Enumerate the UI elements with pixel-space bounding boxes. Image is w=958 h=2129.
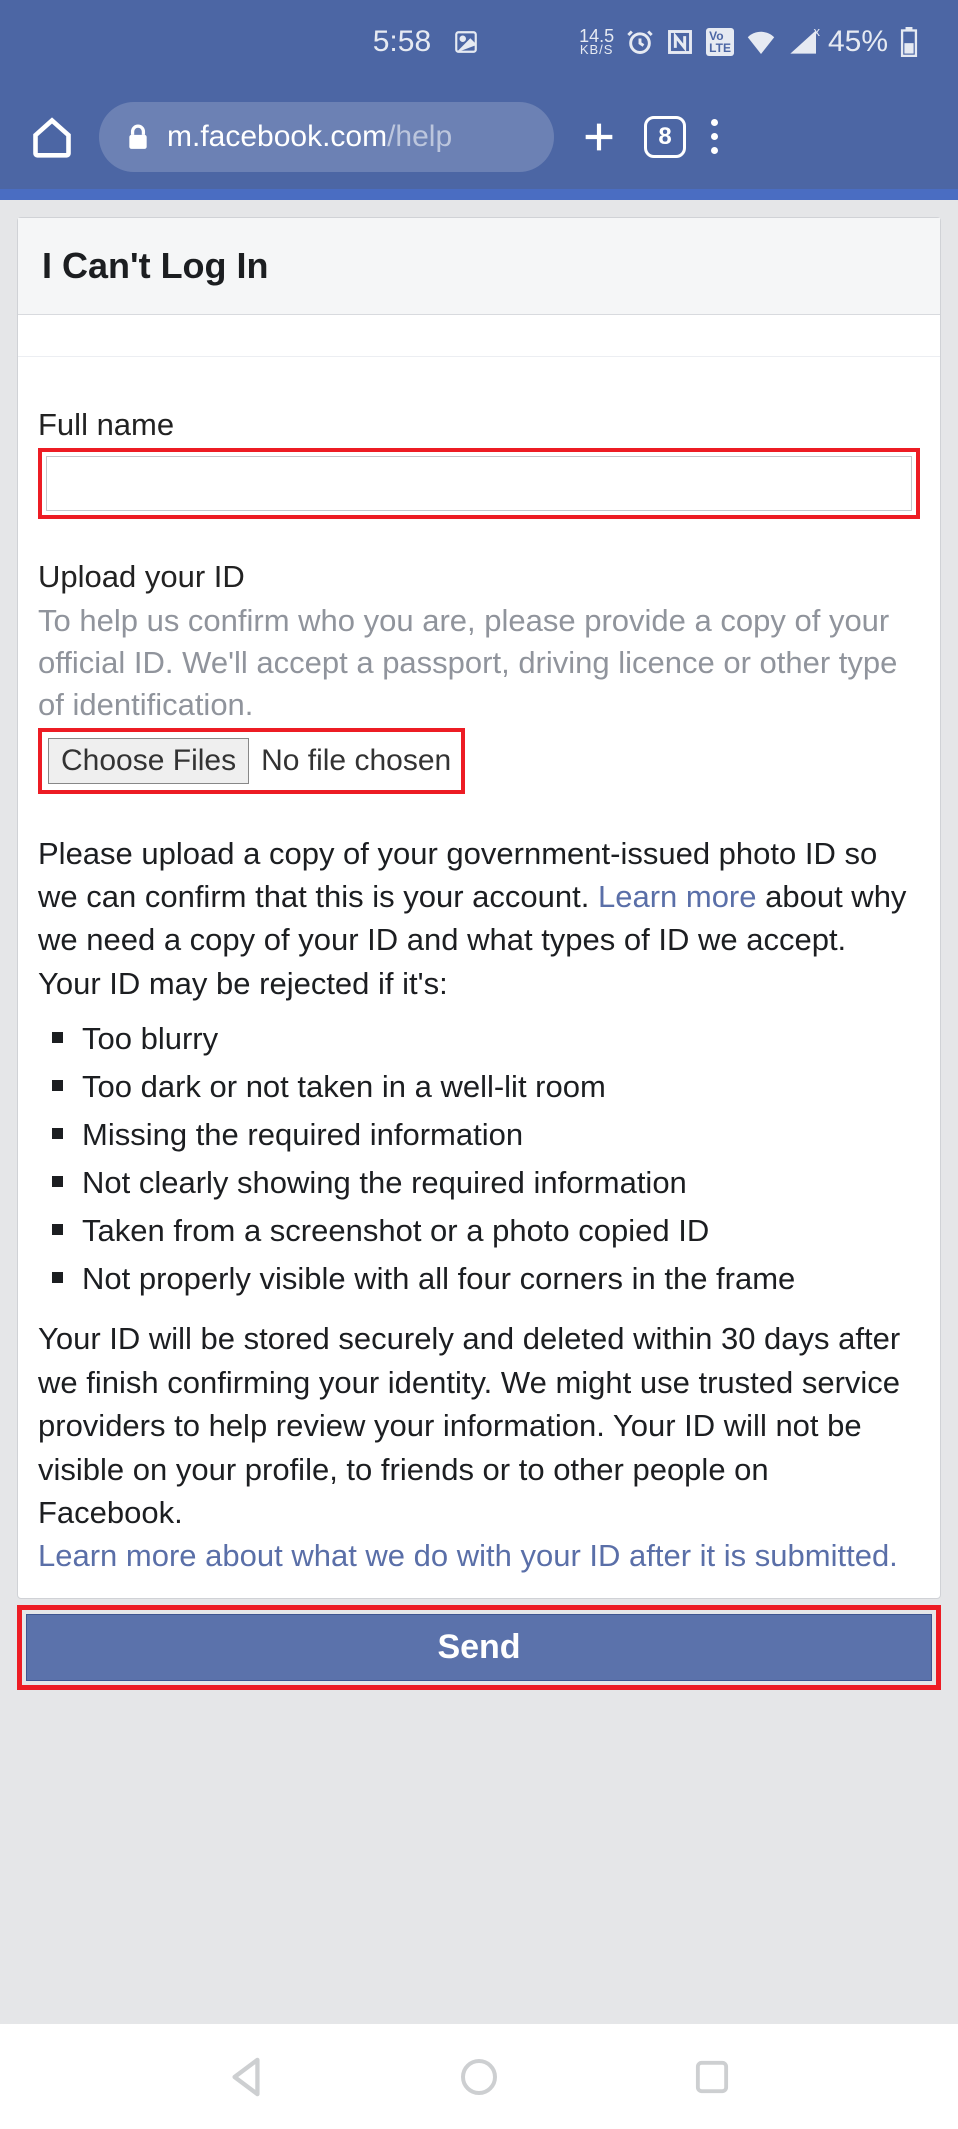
url-text: m.facebook.com/help	[167, 120, 452, 154]
upload-helper: To help us confirm who you are, please p…	[38, 600, 920, 726]
home-icon[interactable]	[30, 115, 74, 159]
alarm-icon	[626, 28, 654, 56]
fullname-input[interactable]	[46, 456, 912, 511]
file-picker-highlight: Choose Files No file chosen	[38, 728, 465, 794]
home-nav-icon[interactable]	[459, 2057, 499, 2097]
list-item: Not properly visible with all four corne…	[50, 1255, 920, 1303]
list-item: Too dark or not taken in a well-lit room	[50, 1063, 920, 1111]
divider-strip	[0, 189, 958, 200]
status-bar: 5:58 14.5 KB/S VoLTE x 45%	[0, 0, 958, 84]
network-speed: 14.5 KB/S	[579, 28, 614, 56]
upload-label: Upload your ID	[38, 559, 920, 595]
help-card: I Can't Log In Full name Upload your ID …	[17, 217, 941, 1599]
url-bar[interactable]: m.facebook.com/help	[99, 102, 554, 172]
lock-icon	[127, 124, 149, 150]
volte-icon: VoLTE	[706, 28, 734, 56]
list-item: Taken from a screenshot or a photo copie…	[50, 1207, 920, 1255]
learn-more-link-2[interactable]: Learn more about what we do with your ID…	[38, 1534, 920, 1577]
new-tab-icon[interactable]	[579, 117, 619, 157]
list-item: Missing the required information	[50, 1111, 920, 1159]
status-time: 5:58	[373, 25, 431, 59]
page-title: I Can't Log In	[18, 218, 940, 315]
rejection-list: Too blurry Too dark or not taken in a we…	[38, 1005, 920, 1317]
send-button[interactable]: Send	[26, 1614, 932, 1681]
menu-icon[interactable]	[711, 119, 718, 154]
wifi-icon	[746, 30, 776, 54]
reject-intro: Your ID may be rejected if it's:	[38, 962, 920, 1005]
learn-more-link-1[interactable]: Learn more	[598, 879, 757, 914]
battery-percent: 45%	[828, 25, 888, 59]
recent-icon[interactable]	[694, 2059, 730, 2095]
file-chosen-text: No file chosen	[261, 744, 451, 778]
back-icon[interactable]	[228, 2057, 264, 2097]
list-item: Not clearly showing the required informa…	[50, 1159, 920, 1207]
signal-icon: x	[788, 30, 816, 54]
nfc-icon	[666, 28, 694, 56]
choose-files-button[interactable]: Choose Files	[48, 738, 249, 784]
battery-icon	[900, 27, 918, 57]
tab-switcher[interactable]: 8	[644, 116, 686, 158]
screenshot-icon	[453, 29, 479, 55]
system-nav-bar	[0, 2024, 958, 2129]
info-paragraph-1: Please upload a copy of your government-…	[38, 832, 920, 962]
fullname-label: Full name	[38, 407, 920, 443]
storage-paragraph: Your ID will be stored securely and dele…	[38, 1317, 920, 1534]
list-item: Too blurry	[50, 1015, 920, 1063]
browser-chrome: m.facebook.com/help 8	[0, 84, 958, 189]
